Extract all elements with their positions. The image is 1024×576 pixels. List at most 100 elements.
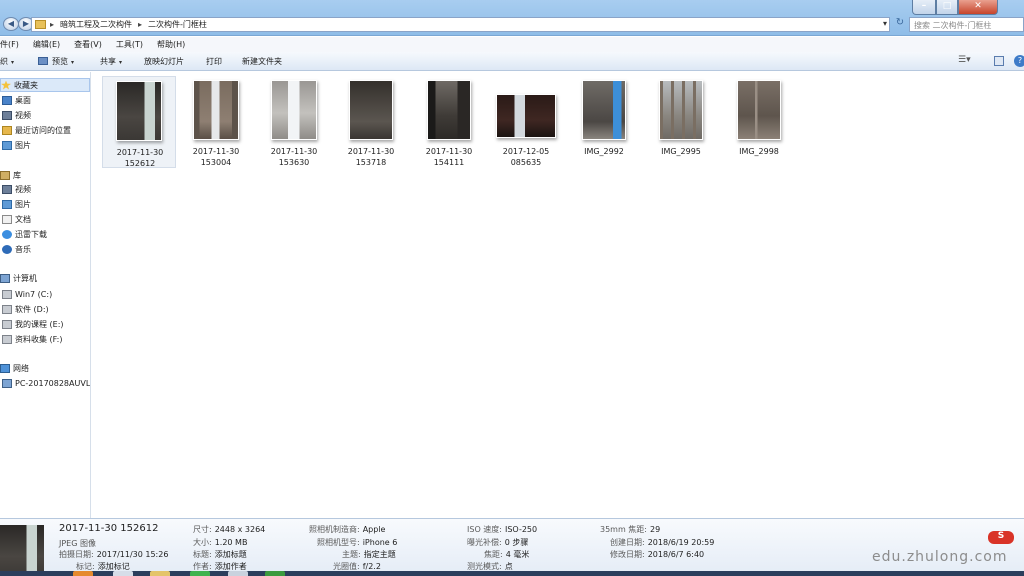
breadcrumb-item[interactable]: 暗筑工程及二次构件 bbox=[60, 19, 132, 30]
breadcrumb-item[interactable]: 二次构件-门框柱 bbox=[148, 19, 207, 30]
new-folder-button[interactable]: 新建文件夹 bbox=[242, 56, 282, 67]
view-options-icon[interactable]: ☰▾ bbox=[958, 55, 971, 65]
dropdown-icon: ▾ bbox=[119, 59, 123, 66]
sidebar-item-recent[interactable]: 最近访问的位置 bbox=[2, 123, 71, 137]
address-bar[interactable]: ▸ 暗筑工程及二次构件 ▸ 二次构件-门框柱 ▾ bbox=[31, 17, 890, 32]
sidebar-item-drive-c[interactable]: Win7 (C:) bbox=[2, 287, 52, 301]
zhulong-logo: S bbox=[988, 531, 1014, 544]
drive-icon bbox=[2, 289, 12, 299]
sidebar-item-network[interactable]: 网络 bbox=[0, 361, 29, 375]
file-item[interactable]: IMG_2998 bbox=[722, 76, 796, 168]
file-item[interactable]: IMG_2995 bbox=[644, 76, 718, 168]
detail-modified: 修改日期: 2018/6/7 6:40 bbox=[610, 549, 704, 560]
photo-thumbnail bbox=[349, 80, 393, 140]
file-view[interactable]: 2017-11-30 152612 2017-11-30 153004 2017-1… bbox=[92, 72, 1024, 518]
sidebar-item-downloads[interactable]: 迅雷下载 bbox=[2, 227, 47, 241]
taskbar-app-icon[interactable] bbox=[228, 571, 248, 576]
download-icon bbox=[2, 229, 12, 239]
breadcrumb-chevron-icon[interactable]: ▸ bbox=[50, 20, 54, 29]
sidebar-item-documents[interactable]: 文档 bbox=[2, 212, 31, 226]
sidebar-item-pictures[interactable]: 图片 bbox=[2, 138, 31, 152]
minimize-button[interactable]: – bbox=[912, 0, 936, 15]
print-button[interactable]: 打印 bbox=[206, 56, 222, 67]
detail-value: 2018/6/19 20:59 bbox=[647, 538, 715, 547]
sidebar-item-label: 最近访问的位置 bbox=[15, 125, 71, 135]
pictures-icon bbox=[2, 199, 12, 209]
menu-file[interactable]: 件(F) bbox=[0, 39, 19, 50]
file-item[interactable]: IMG_2992 bbox=[567, 76, 641, 168]
sidebar-item-music[interactable]: 音乐 bbox=[2, 242, 31, 256]
search-input[interactable]: 搜索 二次构件-门框柱 bbox=[909, 17, 1024, 32]
sidebar-item-libraries[interactable]: 库 bbox=[0, 168, 21, 182]
sidebar-item-drive-d[interactable]: 软件 (D:) bbox=[2, 302, 49, 316]
detail-dimensions: 尺寸: 2448 x 3264 bbox=[193, 524, 265, 535]
sidebar-item-drive-e[interactable]: 我的课程 (E:) bbox=[2, 317, 64, 331]
file-item[interactable]: 2017-11-30 154111 bbox=[412, 76, 486, 168]
sidebar-header-label: 计算机 bbox=[13, 273, 37, 283]
close-button[interactable]: ✕ bbox=[958, 0, 998, 15]
sidebar-item-network-pc[interactable]: PC-20170828AUVL bbox=[2, 376, 90, 390]
preview-button[interactable]: 预览 ▾ bbox=[38, 56, 74, 67]
detail-value: Apple bbox=[362, 525, 386, 534]
sidebar-item-lib-videos[interactable]: 视频 bbox=[2, 182, 31, 196]
menu-help[interactable]: 帮助(H) bbox=[157, 39, 185, 50]
sidebar-item-label: 图片 bbox=[15, 199, 31, 209]
sidebar-item-favorites[interactable]: 收藏夹 bbox=[0, 78, 90, 92]
menu-edit[interactable]: 编辑(E) bbox=[33, 39, 60, 50]
sidebar-item-videos[interactable]: 视频 bbox=[2, 108, 31, 122]
detail-value: 0 步骤 bbox=[504, 538, 529, 547]
detail-subject[interactable]: 主题: 指定主题 bbox=[342, 549, 396, 560]
dropdown-icon: ▾ bbox=[71, 59, 75, 66]
preview-pane-icon[interactable] bbox=[994, 56, 1004, 66]
file-item[interactable]: 2017-11-30 153630 bbox=[257, 76, 331, 168]
photo-thumbnail bbox=[582, 80, 626, 140]
file-name: IMG_2992 bbox=[567, 146, 641, 157]
sidebar-item-label: 软件 (D:) bbox=[15, 304, 49, 314]
file-item[interactable]: 2017-11-30 153004 bbox=[179, 76, 253, 168]
breadcrumb-chevron-icon[interactable]: ▸ bbox=[138, 20, 142, 29]
window-titlebar: – □ ✕ ◀ ▶ ▸ 暗筑工程及二次构件 ▸ 二次构件-门框柱 ▾ ↻ 搜索 … bbox=[0, 0, 1024, 36]
sidebar-item-drive-f[interactable]: 资料收集 (F:) bbox=[2, 332, 62, 346]
sidebar-item-label: 音乐 bbox=[15, 244, 31, 254]
maximize-button[interactable]: □ bbox=[936, 0, 958, 15]
logo-letter: S bbox=[997, 531, 1005, 541]
maximize-icon: □ bbox=[942, 1, 952, 11]
share-button[interactable]: 共享 ▾ bbox=[100, 56, 122, 67]
address-dropdown-icon[interactable]: ▾ bbox=[883, 19, 887, 28]
sidebar-item-computer[interactable]: 计算机 bbox=[0, 271, 37, 285]
detail-value: 点 bbox=[504, 562, 513, 571]
sidebar-item-label: 文档 bbox=[15, 214, 31, 224]
drive-icon bbox=[2, 319, 12, 329]
taskbar-app-icon[interactable] bbox=[73, 571, 93, 576]
menu-view[interactable]: 查看(V) bbox=[74, 39, 102, 50]
slideshow-button[interactable]: 放映幻灯片 bbox=[144, 56, 184, 67]
recent-places-icon bbox=[2, 125, 12, 135]
taskbar-app-icon[interactable] bbox=[113, 571, 133, 576]
menu-tools[interactable]: 工具(T) bbox=[116, 39, 143, 50]
taskbar-app-icon[interactable] bbox=[265, 571, 285, 576]
file-item[interactable]: 2017-12-05 085635 bbox=[489, 76, 563, 168]
organize-button[interactable]: 织 ▾ bbox=[0, 56, 14, 67]
detail-title[interactable]: 标题: 添加标题 bbox=[193, 549, 247, 560]
photo-thumbnail bbox=[271, 80, 317, 140]
file-item[interactable]: 2017-11-30 153718 bbox=[334, 76, 408, 168]
dropdown-icon: ▾ bbox=[11, 59, 15, 66]
file-item[interactable]: 2017-11-30 152612 bbox=[102, 76, 176, 168]
details-file-type: JPEG 图像 bbox=[59, 539, 96, 548]
detail-value: 添加标记 bbox=[97, 562, 130, 571]
detail-value: f/2.2 bbox=[362, 562, 381, 571]
taskbar-app-icon[interactable] bbox=[190, 571, 210, 576]
music-icon bbox=[2, 244, 12, 254]
help-icon[interactable]: ? bbox=[1014, 55, 1024, 67]
organize-label: 织 bbox=[0, 57, 8, 66]
sidebar-item-label: 桌面 bbox=[15, 95, 31, 105]
network-icon bbox=[0, 363, 10, 373]
pictures-icon bbox=[2, 140, 12, 150]
back-button[interactable]: ◀ bbox=[3, 17, 19, 31]
refresh-icon[interactable]: ↻ bbox=[894, 17, 906, 31]
sidebar-item-lib-pictures[interactable]: 图片 bbox=[2, 197, 31, 211]
sidebar-item-desktop[interactable]: 桌面 bbox=[2, 93, 31, 107]
file-name-line2: 153004 bbox=[200, 158, 232, 167]
taskbar-app-icon[interactable] bbox=[150, 571, 170, 576]
sidebar-item-label: 视频 bbox=[15, 110, 31, 120]
